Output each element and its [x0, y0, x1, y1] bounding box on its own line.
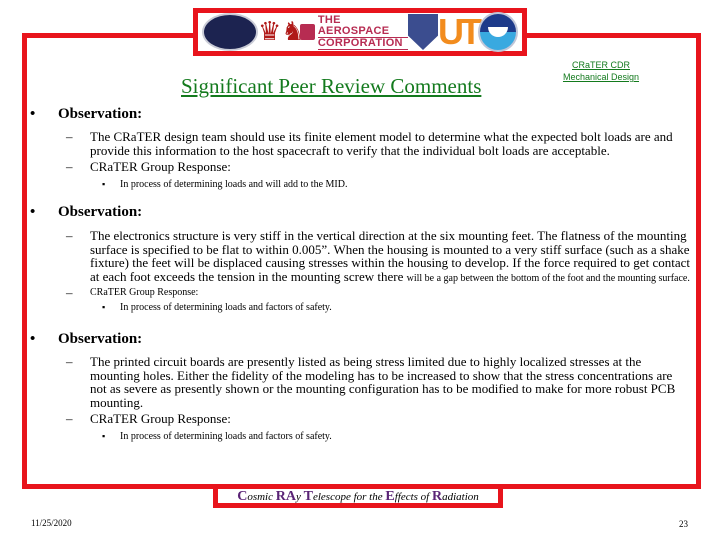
- subtitle-line-1: CRaTER CDR: [571, 60, 630, 70]
- banner-text: y: [295, 491, 304, 503]
- observation-body: The CRaTER design team should use its fi…: [90, 129, 673, 158]
- banner-cap: E: [385, 489, 395, 504]
- response-text: In process of determining loads and will…: [120, 178, 348, 190]
- response-label: CRaTER Group Response:: [90, 159, 231, 174]
- dash-icon: –: [66, 285, 73, 300]
- response-text: In process of determining loads and fact…: [120, 301, 332, 313]
- banner-cap: RA: [275, 489, 296, 504]
- response-text: In process of determining loads and fact…: [120, 430, 332, 442]
- response-label: CRaTER Group Response:: [90, 411, 231, 426]
- slide-page-number: 23: [679, 519, 688, 529]
- square-bullet-icon: ▪: [102, 430, 106, 441]
- aerospace-corporation-logo-icon: THE AEROSPACE CORPORATION: [300, 14, 408, 50]
- observation-3: • Observation: – The printed circuit boa…: [30, 331, 690, 443]
- observation-label: Observation:: [58, 204, 143, 220]
- dash-icon: –: [66, 228, 73, 243]
- observation-heading: • Observation:: [30, 331, 690, 353]
- group-response: – CRaTER Group Response:: [30, 412, 690, 426]
- banner-text: osmic: [247, 491, 276, 503]
- nasa-lro-logo-icon: [202, 13, 258, 51]
- slide-subtitle[interactable]: CRaTER CDR Mechanical Design: [555, 59, 647, 83]
- observation-heading: • Observation:: [30, 106, 690, 128]
- banner-cap: T: [303, 489, 313, 504]
- banner-text: ffects of: [394, 491, 432, 503]
- group-response: – CRaTER Group Response:: [30, 160, 690, 174]
- observation-text: – The CRaTER design team should use its …: [30, 130, 690, 157]
- observation-text: – The printed circuit boards are present…: [30, 355, 690, 409]
- square-bullet-icon: ▪: [102, 301, 106, 312]
- noaa-logo-icon: [478, 12, 518, 52]
- boston-university-logo-icon: ♛♞: [258, 17, 305, 46]
- banner-cap: C: [237, 489, 248, 504]
- dash-icon: –: [66, 354, 73, 369]
- slide-content: • Observation: – The CRaTER design team …: [30, 106, 690, 443]
- response-item: ▪ In process of determining loads and fa…: [30, 301, 690, 314]
- subtitle-line-2: Mechanical Design: [562, 72, 640, 82]
- slide-title: Significant Peer Review Comments: [181, 74, 482, 98]
- observation-label: Observation:: [58, 106, 143, 122]
- observation-label: Observation:: [58, 331, 143, 347]
- observation-1: • Observation: – The CRaTER design team …: [30, 106, 690, 204]
- banner-text: adiation: [442, 491, 479, 503]
- bullet-icon: •: [30, 331, 36, 347]
- bullet-icon: •: [30, 204, 36, 220]
- dash-icon: –: [66, 159, 73, 174]
- aerospace-logo-line2: CORPORATION: [317, 37, 408, 50]
- bullet-icon: •: [30, 106, 36, 122]
- slide-date: 11/25/2020: [31, 518, 72, 528]
- air-force-shield-logo-icon: [408, 14, 438, 50]
- dash-icon: –: [66, 129, 73, 144]
- group-response: – CRaTER Group Response:: [30, 286, 690, 300]
- banner-text: elescope for the: [312, 491, 386, 503]
- banner-cap: R: [432, 489, 443, 504]
- square-bullet-icon: ▪: [102, 178, 106, 189]
- dash-icon: –: [66, 411, 73, 426]
- observation-2: • Observation: – The electronics structu…: [30, 204, 690, 331]
- response-item: ▪ In process of determining loads and fa…: [30, 430, 690, 443]
- crater-banner: Cosmic RAy Telescope for the Effects of …: [213, 484, 503, 508]
- observation-text: – The electronics structure is very stif…: [30, 229, 690, 285]
- aerospace-logo-line1: THE AEROSPACE: [317, 14, 408, 38]
- observation-heading: • Observation:: [30, 204, 690, 226]
- response-item: ▪ In process of determining loads and wi…: [30, 178, 690, 191]
- response-label: CRaTER Group Response:: [90, 287, 199, 298]
- observation-body-tail: will be a gap between the bottom of the …: [406, 272, 690, 284]
- ut-logo-icon: UT: [438, 11, 482, 52]
- logo-banner: ♛♞ THE AEROSPACE CORPORATION UT: [193, 8, 527, 56]
- observation-body: The printed circuit boards are presently…: [90, 354, 676, 410]
